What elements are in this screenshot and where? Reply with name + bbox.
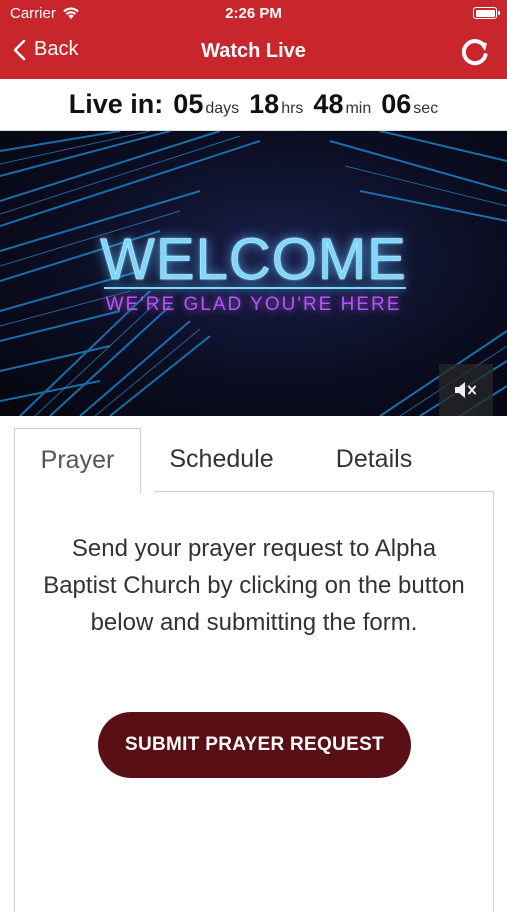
battery-icon (473, 7, 500, 19)
tab-prayer[interactable]: Prayer (14, 428, 141, 493)
refresh-icon[interactable] (457, 34, 493, 70)
status-time: 2:26 PM (225, 5, 282, 22)
countdown-hours: 18 hrs (249, 89, 303, 120)
countdown-hours-unit: hrs (281, 100, 304, 117)
countdown-days: 05 days (173, 89, 239, 120)
countdown-seconds-value: 06 (381, 89, 412, 119)
prayer-description: Send your prayer request to Alpha Baptis… (43, 535, 465, 636)
tab-bar: Prayer Schedule Details (14, 428, 494, 493)
mute-button[interactable] (439, 364, 493, 416)
page-title: Watch Live (201, 40, 306, 62)
countdown-seconds-unit: sec (413, 100, 439, 117)
countdown-days-unit: days (205, 100, 240, 117)
countdown-minutes-unit: min (345, 100, 372, 117)
nav-row: Back Watch Live (0, 28, 507, 79)
header-bar: Carrier 2:26 PM Back Watch Live (0, 0, 507, 79)
countdown-hours-value: 18 (249, 89, 280, 119)
video-player[interactable]: WELCOME WE'RE GLAD YOU'RE HERE (0, 131, 507, 416)
countdown-minutes-value: 48 (313, 89, 344, 119)
status-bar: Carrier 2:26 PM (0, 0, 507, 28)
video-headline: WELCOME (100, 227, 407, 293)
headline-underline (104, 287, 406, 289)
tab-details[interactable]: Details (314, 428, 434, 491)
submit-prayer-request-button[interactable]: SUBMIT PRAYER REQUEST (98, 712, 411, 778)
mute-icon (455, 382, 476, 398)
tab-schedule[interactable]: Schedule (154, 428, 289, 491)
video-subline: WE'RE GLAD YOU'RE HERE (105, 294, 402, 315)
countdown-minutes: 48 min (313, 89, 371, 120)
countdown-days-value: 05 (173, 89, 204, 119)
countdown-label: Live in: (68, 89, 164, 119)
live-countdown: Live in: 05 days 18 hrs 48 min 06 sec (0, 79, 507, 131)
prayer-panel: Send your prayer request to Alpha Baptis… (14, 492, 494, 912)
countdown-seconds: 06 sec (381, 89, 438, 120)
